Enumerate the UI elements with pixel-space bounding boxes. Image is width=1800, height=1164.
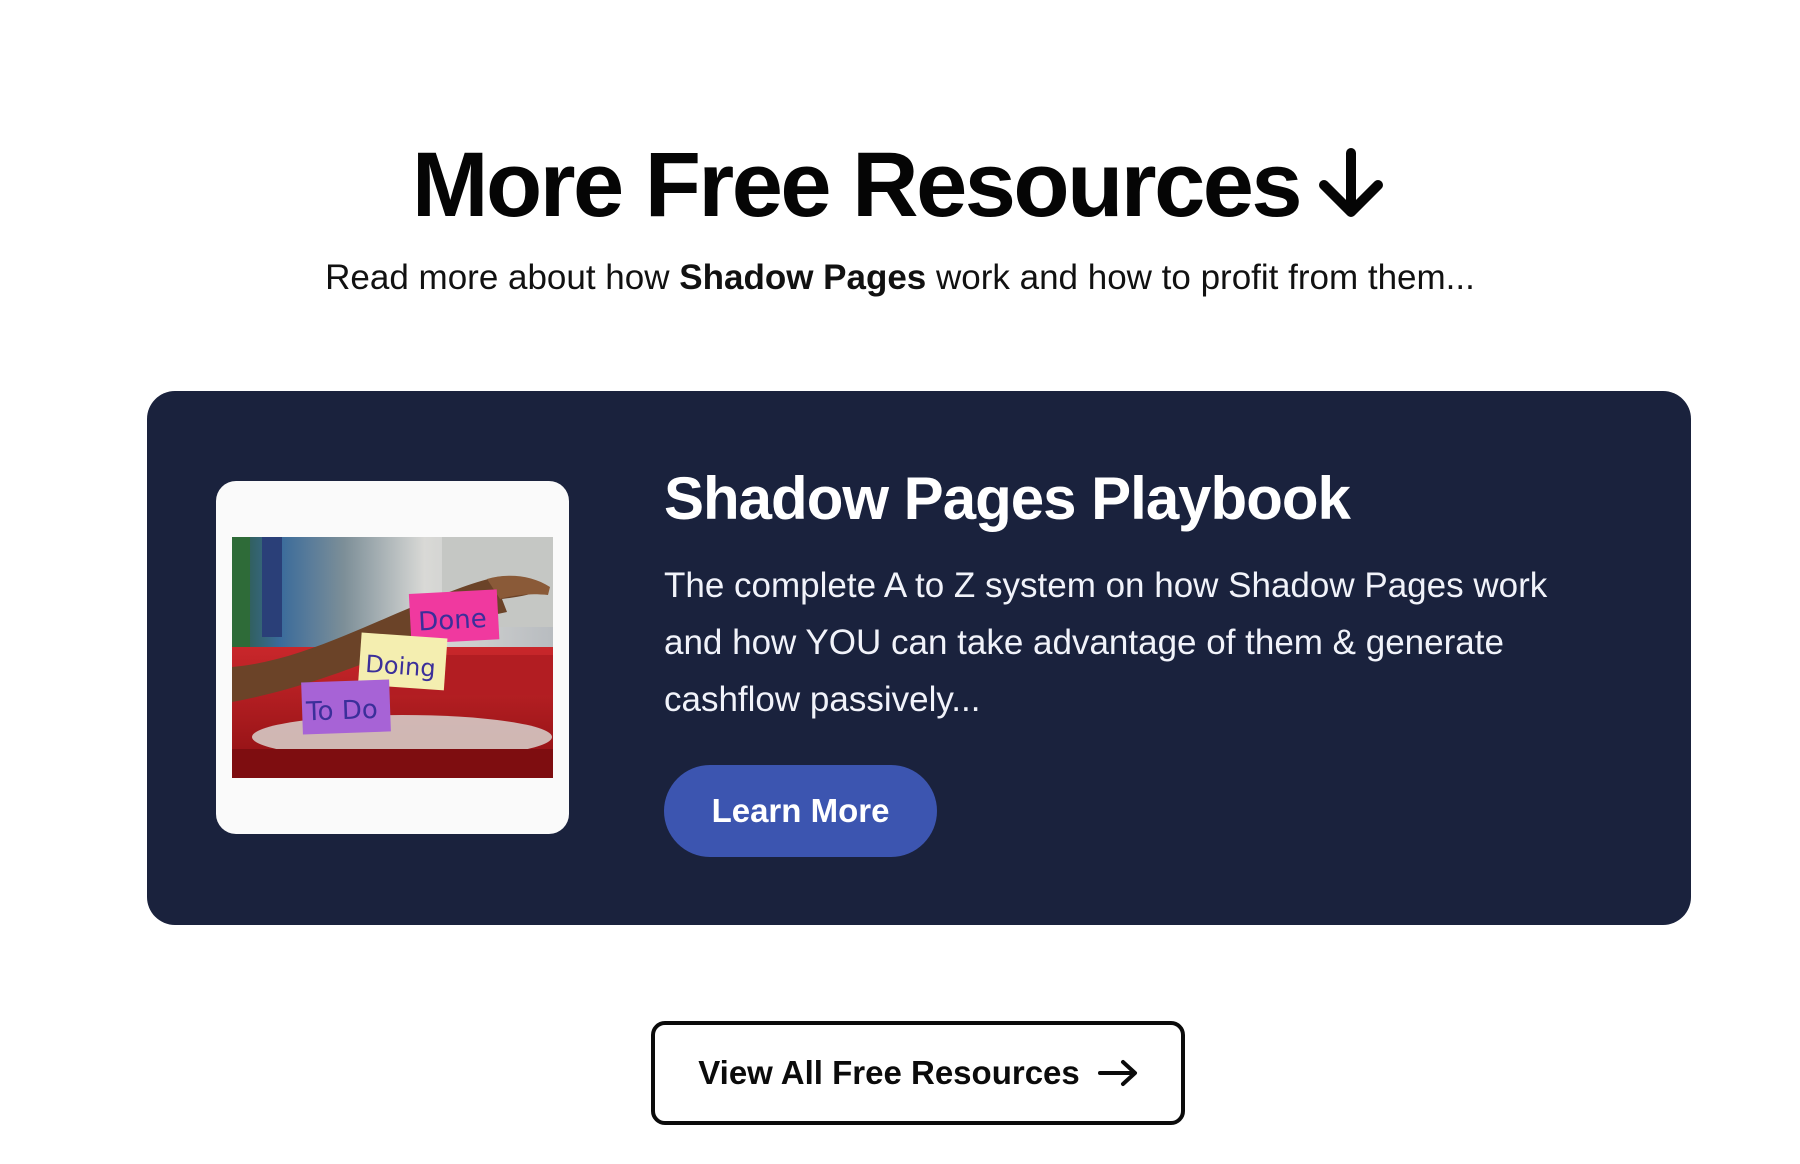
section-header: More Free Resources Read more about how … <box>0 130 1800 300</box>
subtitle-text-end: work and how to profit from them... <box>926 258 1475 297</box>
resource-title: Shadow Pages Playbook <box>664 465 1351 532</box>
free-resources-section: More Free Resources Read more about how … <box>0 0 1800 1164</box>
resource-thumbnail-frame: Done Doing To Do <box>216 481 569 834</box>
kanban-sticky-notes-photo: Done Doing To Do <box>232 537 553 778</box>
section-title: More Free Resources <box>0 130 1800 240</box>
section-subtitle: Read more about how Shadow Pages work an… <box>0 256 1800 300</box>
resource-card-body: Shadow Pages Playbook The complete A to … <box>664 461 1614 728</box>
resource-description: The complete A to Z system on how Shadow… <box>664 566 1548 719</box>
view-all-resources-button[interactable]: View All Free Resources <box>651 1021 1185 1125</box>
resource-card: Done Doing To Do Shadow Pages Playbook T… <box>147 391 1691 925</box>
note-done-text: Done <box>418 604 488 638</box>
note-doing-text: Doing <box>365 650 437 683</box>
arrow-right-icon <box>1097 1060 1137 1086</box>
arrow-down-icon <box>1319 147 1384 217</box>
resource-thumbnail-image: Done Doing To Do <box>232 537 553 778</box>
learn-more-button[interactable]: Learn More <box>664 765 937 857</box>
subtitle-text-start: Read more about how <box>325 258 680 297</box>
note-todo-text: To Do <box>305 695 379 728</box>
view-all-resources-label: View All Free Resources <box>698 1054 1080 1091</box>
section-title-text: More Free Resources <box>411 134 1303 236</box>
subtitle-highlight: Shadow Pages <box>679 258 927 297</box>
